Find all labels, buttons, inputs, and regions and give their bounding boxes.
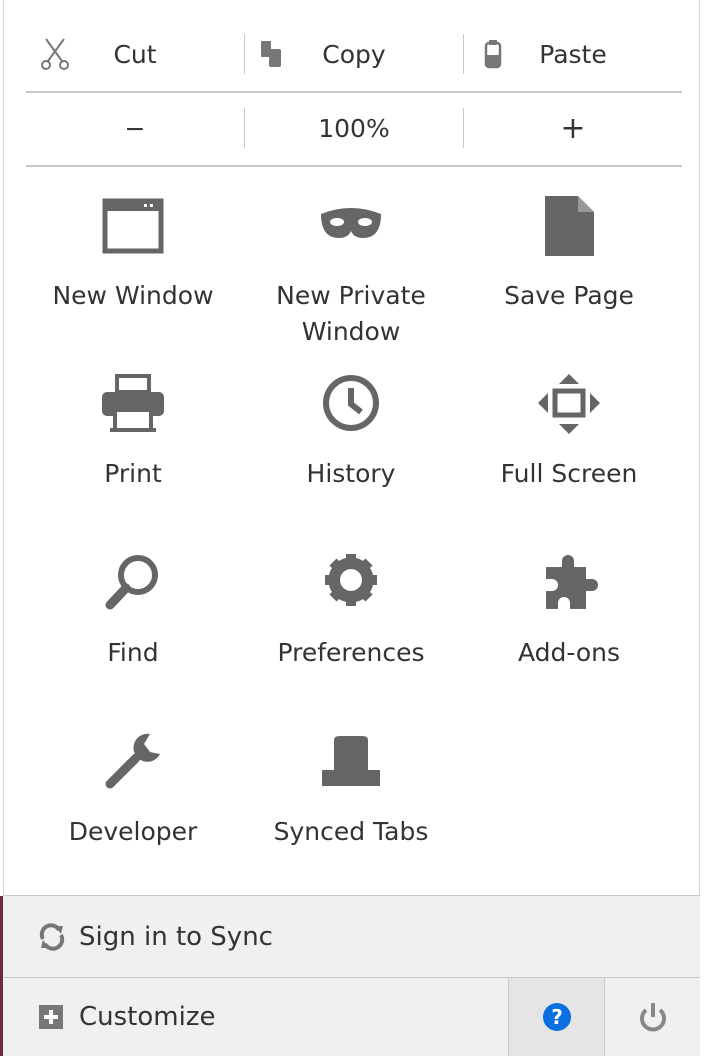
sign-in-label: Sign in to Sync	[79, 922, 273, 952]
svg-text:?: ?	[551, 1005, 563, 1029]
developer-button[interactable]: Developer	[24, 730, 242, 850]
save-page-button[interactable]: Save Page	[460, 194, 678, 314]
item-label: History	[306, 459, 396, 488]
synced-tabs-icon	[322, 736, 380, 786]
history-button[interactable]: History	[242, 372, 460, 492]
preferences-button[interactable]: Preferences	[242, 551, 460, 671]
sign-in-sync-button[interactable]: Sign in to Sync	[3, 895, 700, 978]
item-label: Find	[107, 638, 159, 667]
item-label: Full Screen	[500, 459, 638, 488]
copy-button[interactable]: Copy	[244, 34, 463, 74]
cut-label: Cut	[113, 39, 157, 69]
footer-bar: Customize ?	[3, 977, 700, 1056]
clipboard-icon	[484, 40, 502, 69]
zoom-in-button[interactable]: +	[463, 108, 682, 148]
zoom-out-button[interactable]: −	[26, 108, 244, 148]
puzzle-icon	[546, 555, 598, 609]
fullscreen-icon	[538, 374, 600, 434]
customize-button[interactable]: Customize	[3, 978, 508, 1056]
help-icon: ?	[542, 1003, 571, 1031]
item-label: Developer	[68, 817, 198, 846]
paste-label: Paste	[539, 39, 607, 69]
divider	[26, 165, 682, 167]
item-label: Add-ons	[517, 638, 621, 667]
window-icon	[102, 198, 164, 254]
edit-controls: Cut Copy Paste	[26, 34, 682, 74]
print-button[interactable]: Print	[24, 372, 242, 492]
item-label: New Private Window	[276, 281, 426, 346]
full-screen-button[interactable]: Full Screen	[460, 372, 678, 492]
item-label: Preferences	[277, 638, 425, 667]
page-icon	[545, 196, 594, 256]
zoom-reset-button[interactable]: 100%	[244, 108, 463, 148]
copy-label: Copy	[322, 39, 386, 69]
mask-icon	[321, 208, 381, 238]
wrench-icon	[105, 733, 160, 789]
sync-icon	[39, 923, 65, 951]
divider	[26, 91, 682, 93]
quit-button[interactable]	[604, 978, 700, 1056]
new-private-window-button[interactable]: New Private Window	[242, 194, 460, 350]
new-window-button[interactable]: New Window	[24, 194, 242, 314]
item-label: Print	[104, 459, 162, 488]
zoom-controls: − 100% +	[26, 108, 682, 148]
add-ons-button[interactable]: Add-ons	[460, 551, 678, 671]
copy-icon	[261, 41, 281, 67]
printer-icon	[102, 374, 164, 432]
magnifier-icon	[105, 555, 158, 610]
item-label: Synced Tabs	[273, 817, 429, 846]
cut-button[interactable]: Cut	[26, 34, 244, 74]
clock-icon	[323, 375, 379, 431]
find-button[interactable]: Find	[24, 551, 242, 671]
paste-button[interactable]: Paste	[463, 34, 682, 74]
synced-tabs-button[interactable]: Synced Tabs	[242, 730, 460, 850]
scissors-icon	[41, 38, 69, 70]
item-label: New Window	[52, 281, 214, 310]
item-label: Save Page	[504, 281, 634, 310]
customize-label: Customize	[79, 1002, 216, 1032]
power-icon	[639, 1003, 666, 1032]
plus-square-icon	[39, 1005, 63, 1029]
help-button[interactable]: ?	[508, 978, 604, 1056]
gear-icon	[325, 554, 377, 606]
